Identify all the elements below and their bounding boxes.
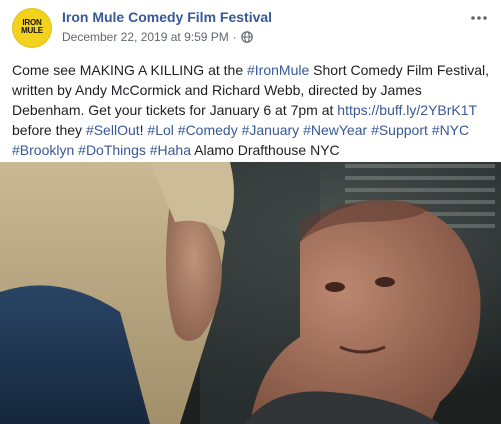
film-still-image	[0, 162, 501, 424]
globe-icon[interactable]	[240, 31, 253, 43]
avatar-logo-text: IRON MULE	[15, 19, 49, 35]
post-text: Come see MAKING A KILLING at the #IronMu…	[12, 60, 492, 160]
post-timestamp[interactable]: December 22, 2019 at 9:59 PM	[62, 30, 229, 44]
hashtag-nyc[interactable]: #NYC	[432, 122, 469, 138]
text-segment: Come see MAKING A KILLING at the	[12, 62, 247, 78]
hashtag-lol[interactable]: #Lol	[147, 122, 173, 138]
hashtag-support[interactable]: #Support	[371, 122, 428, 138]
post-header: IRON MULE Iron Mule Comedy Film Festival…	[12, 8, 489, 52]
post-photo[interactable]	[0, 162, 501, 424]
hashtag-january[interactable]: #January	[242, 122, 300, 138]
hashtag-haha[interactable]: #Haha	[150, 142, 191, 158]
hashtag-sellout[interactable]: #SellOut	[86, 122, 140, 138]
hashtag-comedy[interactable]: #Comedy	[178, 122, 238, 138]
hashtag-dothings[interactable]: #DoThings	[78, 142, 146, 158]
text-segment: before they	[12, 122, 86, 138]
post-meta: December 22, 2019 at 9:59 PM ·	[62, 30, 253, 44]
meta-separator: ·	[232, 30, 237, 44]
page-avatar[interactable]: IRON MULE	[12, 8, 52, 48]
hashtag-newyear[interactable]: #NewYear	[303, 122, 367, 138]
more-options-icon[interactable]	[469, 8, 489, 28]
hashtag-brooklyn[interactable]: #Brooklyn	[12, 142, 74, 158]
ticket-link[interactable]: https://buff.ly/2YBrK1T	[337, 102, 477, 118]
location-text: Alamo Drafthouse NYC	[191, 142, 340, 158]
facebook-post: IRON MULE Iron Mule Comedy Film Festival…	[0, 0, 501, 424]
page-name-link[interactable]: Iron Mule Comedy Film Festival	[62, 9, 272, 25]
hashtag-ironmule[interactable]: #IronMule	[247, 62, 309, 78]
avatar-logo-line-2: MULE	[21, 26, 43, 35]
